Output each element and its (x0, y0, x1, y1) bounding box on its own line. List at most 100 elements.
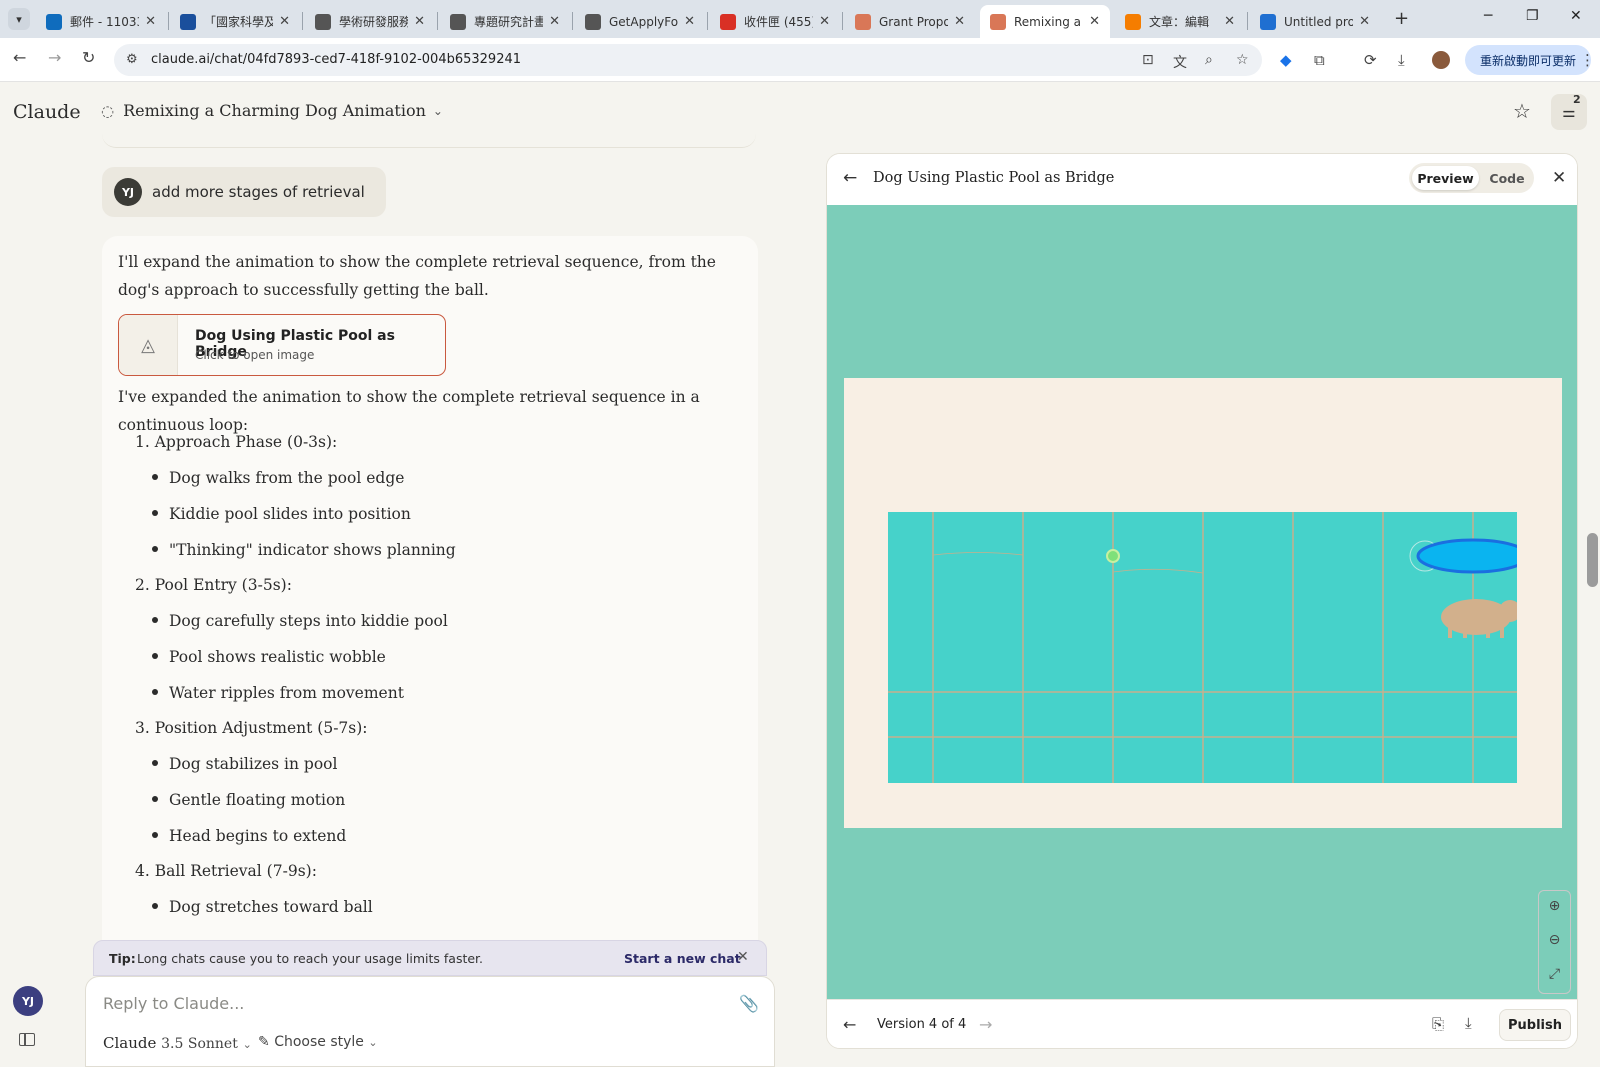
user-message: YJ add more stages of retrieval (102, 167, 386, 217)
tip-label: Tip: (109, 951, 136, 966)
tab-close-icon[interactable]: ✕ (819, 14, 830, 29)
bullet-dot (152, 546, 158, 552)
start-new-chat-link[interactable]: Start a new chat (624, 951, 741, 966)
blogger-icon (1125, 13, 1141, 30)
publish-button[interactable]: Publish (1499, 1009, 1571, 1041)
profile-avatar[interactable] (1432, 51, 1450, 69)
browser-tab[interactable]: 學術研發服務 ✕ (305, 5, 435, 38)
nstc-icon (180, 13, 196, 30)
tab-close-icon[interactable]: ✕ (279, 14, 290, 29)
scrollbar-thumb[interactable] (1587, 533, 1598, 587)
list-item: Pool shows realistic wobble (152, 648, 386, 666)
tab-close-icon[interactable]: ✕ (1359, 14, 1370, 29)
browser-tab[interactable]: 專題研究計畫 ✕ (440, 5, 570, 38)
browser-tab[interactable]: 「國家科學及 ✕ (170, 5, 300, 38)
chat-title: Remixing a Charming Dog Animation (123, 101, 426, 120)
list-item: Head begins to extend (152, 827, 346, 845)
list-item: Dog carefully steps into kiddie pool (152, 612, 448, 630)
style-selector[interactable]: ✎ Choose style ⌄ (258, 1034, 378, 1050)
list-item-text: Head begins to extend (169, 827, 347, 845)
list-item-text: Kiddie pool slides into position (169, 505, 411, 523)
sidebar-toggle-icon[interactable] (19, 1033, 35, 1046)
chat-settings-button[interactable]: ⚌ (1551, 94, 1587, 130)
browser-tab[interactable]: GetApplyFor ✕ (575, 5, 705, 38)
zoom-out-icon[interactable]: ⊖ (1539, 932, 1570, 948)
bullet-dot (152, 796, 158, 802)
claude-logo[interactable]: Claude (13, 101, 81, 123)
browser-back-button[interactable]: ← (13, 48, 26, 67)
list-item: Dog stretches toward ball (152, 898, 373, 916)
browser-tab[interactable]: 郵件 - 11033 ✕ (36, 5, 166, 38)
tab-search-button[interactable]: ▾ (8, 8, 30, 30)
zoom-in-icon[interactable]: ⊕ (1539, 898, 1570, 914)
swimming-pool (888, 512, 1530, 783)
artifact-card-button[interactable]: ◬ Dog Using Plastic Pool as Bridge Click… (118, 314, 446, 376)
performance-icon[interactable]: ⟳ (1364, 51, 1377, 69)
list-item-text: "Thinking" indicator shows planning (169, 541, 456, 559)
list-item-text: Dog walks from the pool edge (169, 469, 405, 487)
fit-screen-icon[interactable]: ⤢ (1539, 966, 1570, 982)
artifact-back-icon[interactable]: ← (843, 168, 857, 188)
account-avatar[interactable]: YJ (13, 986, 43, 1016)
tab-close-icon[interactable]: ✕ (954, 14, 965, 29)
zoom-icon[interactable]: ⌕ (1205, 52, 1213, 68)
browser-tab[interactable]: Remixing a C ✕ (980, 5, 1110, 38)
browser-tab[interactable]: Untitled pro ✕ (1250, 5, 1380, 38)
star-icon[interactable]: ☆ (1513, 99, 1531, 123)
dismiss-tip-icon[interactable]: ✕ (737, 949, 749, 965)
browser-forward-button[interactable]: → (48, 48, 61, 67)
code-tab[interactable]: Code (1483, 166, 1531, 190)
list-item-text: Water ripples from movement (169, 684, 404, 702)
previous-version-icon[interactable]: ← (843, 1015, 856, 1034)
list-item-text: Pool shows realistic wobble (169, 648, 386, 666)
tip-banner: Tip: Long chats cause you to reach your … (93, 940, 767, 976)
address-bar[interactable]: ⚙ claude.ai/chat/04fd7893-ced7-418f-9102… (114, 44, 1262, 76)
preview-tab[interactable]: Preview (1412, 166, 1479, 190)
paperclip-icon[interactable]: 📎 (739, 994, 759, 1013)
restore-button[interactable]: ❐ (1526, 8, 1539, 24)
reply-composer: Reply to Claude... 📎 Claude 3.5 Sonnet ⌄… (85, 976, 775, 1067)
model-name: Claude (103, 1034, 157, 1052)
assistant-summary-text: I've expanded the animation to show the … (118, 388, 700, 434)
window-close-button[interactable]: ✕ (1570, 8, 1582, 24)
list-item: Water ripples from movement (152, 684, 404, 702)
translate-icon[interactable]: 文 (1173, 52, 1187, 72)
tab-close-icon[interactable]: ✕ (414, 14, 425, 29)
browser-tab[interactable]: 收件匣 (455) ✕ (710, 5, 840, 38)
browser-tab[interactable]: 文章：編輯 ✕ (1115, 5, 1245, 38)
update-button[interactable]: 重新啟動即可更新 (1465, 45, 1591, 75)
tab-separator (437, 12, 438, 30)
tab-close-icon[interactable]: ✕ (1089, 14, 1100, 29)
tab-separator (168, 12, 169, 30)
bullet-dot (152, 653, 158, 659)
extensions-puzzle-icon[interactable]: ⧉ (1314, 51, 1325, 69)
next-version-icon[interactable]: → (979, 1015, 992, 1034)
downloads-icon[interactable]: ⤓ (1398, 51, 1405, 69)
new-tab-button[interactable]: + (1394, 8, 1409, 29)
site-info-icon[interactable]: ⚙ (126, 52, 138, 67)
tab-close-icon[interactable]: ✕ (1224, 14, 1235, 29)
browser-tab-title: 專題研究計畫 (474, 15, 544, 29)
browser-menu-icon[interactable]: ⋮ (1580, 51, 1595, 69)
user-avatar: YJ (114, 178, 142, 206)
copy-icon[interactable]: ⎘ (1432, 1015, 1444, 1033)
reply-input[interactable]: Reply to Claude... (103, 994, 244, 1013)
tab-close-icon[interactable]: ✕ (145, 14, 156, 29)
download-icon[interactable]: ⤓ (1465, 1014, 1472, 1032)
chat-title-button[interactable]: ◌ Remixing a Charming Dog Animation ⌄ (101, 101, 443, 120)
artifact-panel-footer: ← Version 4 of 4 → ⎘ ⤓ Publish (827, 999, 1577, 1048)
install-app-icon[interactable]: ⊡ (1142, 52, 1154, 68)
tab-close-icon[interactable]: ✕ (549, 14, 560, 29)
close-panel-icon[interactable]: ✕ (1552, 168, 1566, 188)
bookmark-star-icon[interactable]: ☆ (1236, 52, 1249, 68)
tab-close-icon[interactable]: ✕ (684, 14, 695, 29)
bullet-dot (152, 689, 158, 695)
reload-button[interactable]: ↻ (82, 48, 95, 67)
minimize-button[interactable]: ─ (1484, 8, 1492, 24)
outlook-icon (46, 13, 62, 30)
browser-tab[interactable]: Grant Propo ✕ (845, 5, 975, 38)
style-label: Choose style (274, 1034, 364, 1050)
model-selector[interactable]: Claude 3.5 Sonnet ⌄ (103, 1034, 252, 1052)
browser-tab-title: 郵件 - 11033 (70, 15, 140, 29)
extension-icon[interactable]: ◆ (1280, 51, 1292, 69)
